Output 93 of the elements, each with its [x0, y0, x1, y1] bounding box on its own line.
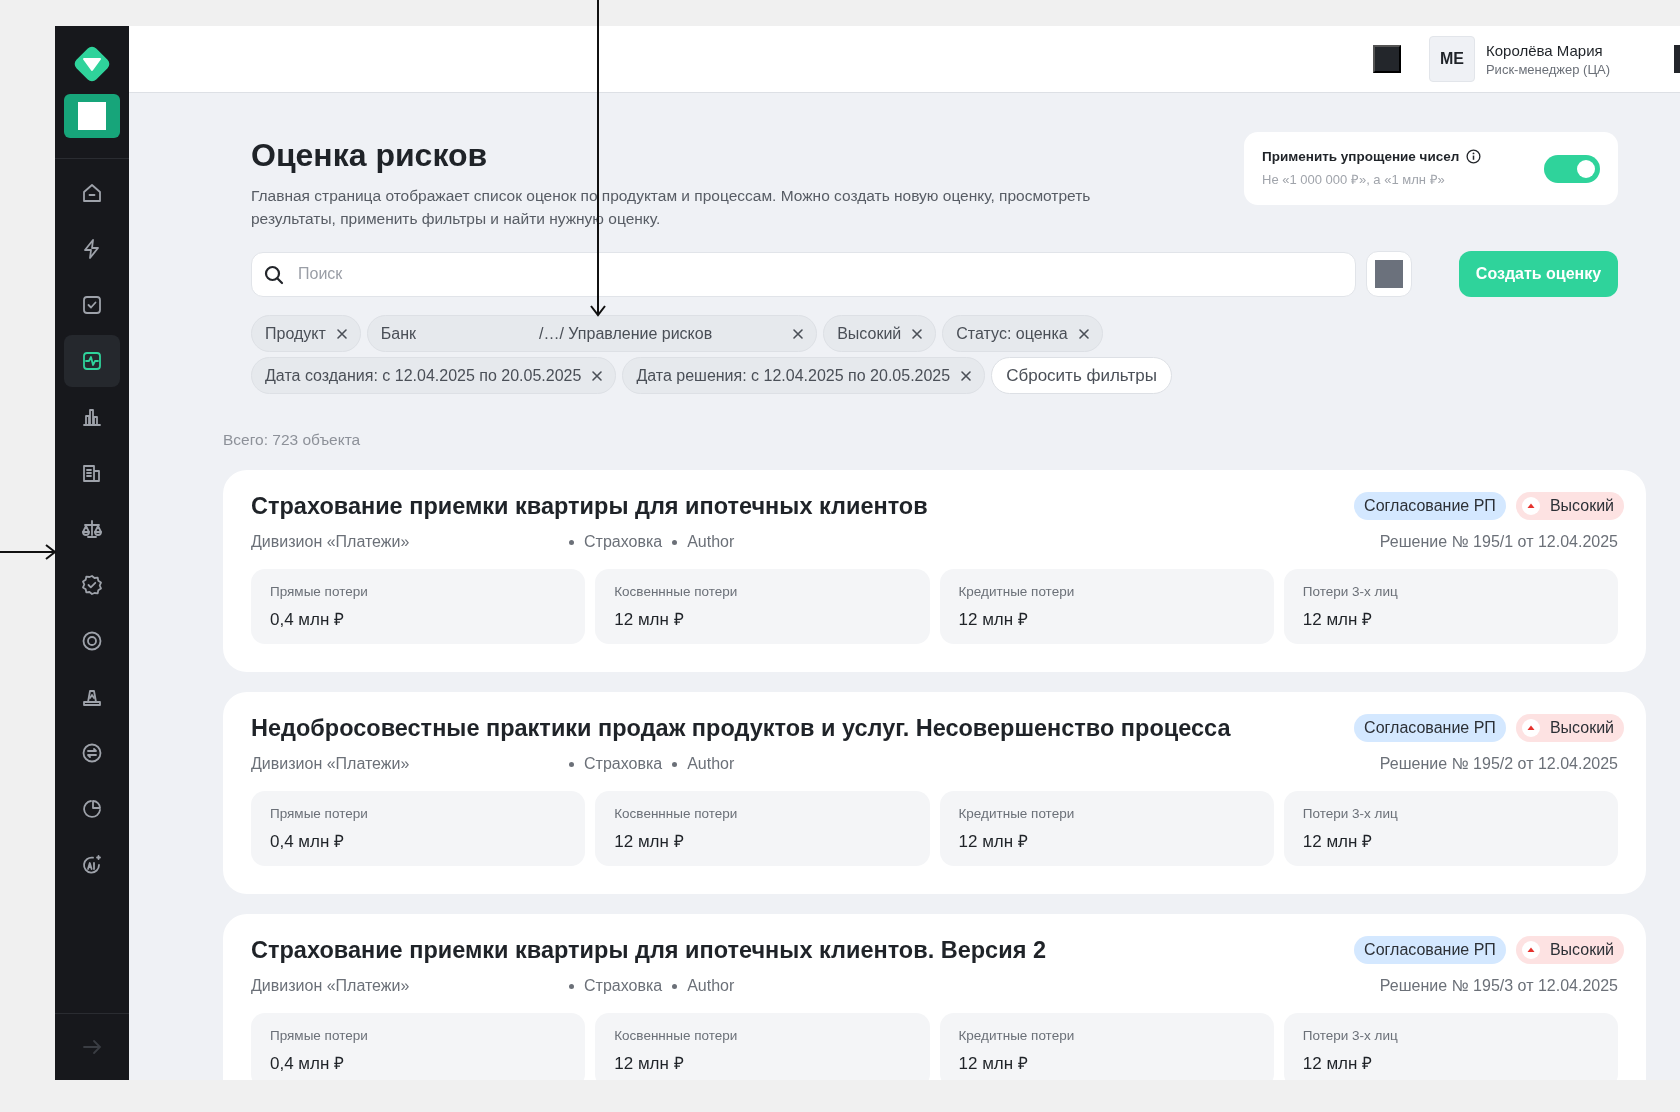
assessment-card[interactable] — [223, 692, 1646, 894]
metric-label: Прямые потери — [270, 806, 369, 821]
search-icon — [263, 263, 285, 286]
bullet-icon — [672, 983, 678, 989]
metric-label: Прямые потери — [270, 584, 369, 599]
square-button[interactable] — [1366, 251, 1412, 297]
metric-value: 12 млн ₽ — [958, 1053, 1029, 1074]
info-icon[interactable] — [1466, 149, 1482, 164]
metric-value: 12 млн ₽ — [1302, 1053, 1374, 1074]
reset-filters-button[interactable]: Сбросить фильтры — [991, 357, 1172, 394]
status-tag: Согласование РП — [1354, 492, 1506, 520]
close-icon[interactable] — [335, 327, 348, 340]
metric-value: 12 млн ₽ — [614, 609, 685, 630]
close-icon[interactable] — [1077, 327, 1090, 340]
card-title: Страхование приемки квартиры для ипотечных клиентов — [251, 492, 928, 520]
metric-value: 12 млн ₽ — [614, 1053, 685, 1074]
home-icon — [80, 181, 104, 205]
bullet-icon — [569, 983, 574, 989]
triangle-up-icon — [1521, 941, 1540, 959]
bullet-icon — [672, 761, 678, 767]
metric-label: Прямые потери — [270, 1028, 369, 1043]
pulse-icon — [80, 349, 104, 373]
setting-label: Применить упрощение чисел — [1262, 149, 1460, 164]
filter-chip[interactable]: Продукт — [251, 315, 361, 352]
metric-value: 12 млн ₽ — [614, 831, 685, 852]
metric-label: Потери 3-х лиц — [1302, 806, 1399, 821]
meta-text: Author — [687, 533, 735, 551]
toggle-switch[interactable] — [1544, 154, 1600, 183]
division-text: Дивизион «Платежи» — [251, 755, 411, 773]
assessment-card[interactable] — [223, 470, 1646, 672]
metric-label: Потери 3-х лиц — [1302, 584, 1399, 599]
status-tag: Согласование РП — [1354, 714, 1506, 742]
pie-chart-icon — [80, 797, 104, 821]
square-icon[interactable] — [1372, 45, 1401, 73]
exchange-icon — [80, 741, 104, 765]
checkbox-icon — [80, 293, 104, 317]
setting-hint: Не «1 000 000 ₽», а «1 млн ₽» — [1262, 171, 1446, 188]
total-count: Всего: 723 объекта — [223, 431, 362, 449]
decision-text: Решение № 195/2 от 12.04.2025 — [1379, 755, 1618, 773]
app-button[interactable] — [64, 94, 120, 138]
priority-tag: Высокий — [1515, 714, 1624, 742]
division-text: Дивизион «Платежи» — [251, 533, 411, 551]
metric-label: Кредитные потери — [958, 584, 1076, 599]
metric-label: Кредитные потери — [958, 806, 1076, 821]
bullet-icon — [569, 539, 574, 545]
meta-text: Страховка — [584, 977, 663, 995]
metric-value: 0,4 млн ₽ — [270, 831, 346, 852]
page-title: Оценка рисков — [251, 137, 489, 174]
close-icon[interactable] — [591, 369, 604, 382]
badge-check-icon — [80, 573, 104, 597]
filter-chip[interactable]: Статус: оценка — [942, 315, 1103, 352]
filter-chip[interactable]: Дата создания: с 12.04.2025 по 20.05.2025 — [251, 357, 617, 394]
avatar[interactable]: ME — [1428, 36, 1475, 82]
user-name: Королёва Мария — [1485, 41, 1604, 59]
priority-tag: Высокий — [1515, 492, 1624, 520]
close-icon[interactable] — [792, 327, 805, 340]
meta-text: Author — [687, 977, 735, 995]
bullet-icon — [569, 761, 574, 767]
metric-value: 0,4 млн ₽ — [270, 1053, 346, 1074]
metric-value: 12 млн ₽ — [1302, 831, 1374, 852]
meta-text: Страховка — [584, 533, 663, 551]
metric-value: 12 млн ₽ — [958, 831, 1029, 852]
decision-text: Решение № 195/1 от 12.04.2025 — [1379, 533, 1618, 551]
metric-label: Кредитные потери — [958, 1028, 1076, 1043]
bullet-icon — [672, 539, 678, 545]
metric-label: Косвеннные потери — [614, 1028, 739, 1043]
status-tag: Согласование РП — [1354, 936, 1506, 964]
scales-icon — [80, 517, 104, 541]
priority-tag: Высокий — [1515, 936, 1624, 964]
metric-value: 12 млн ₽ — [1302, 609, 1374, 630]
close-icon[interactable] — [911, 327, 924, 340]
target-icon — [80, 629, 104, 653]
card-title: Страхование приемки квартиры для ипотечных клиентов. Версия 2 — [251, 936, 1046, 964]
meta-text: Страховка — [584, 755, 663, 773]
decision-text: Решение № 195/3 от 12.04.2025 — [1379, 977, 1618, 995]
close-icon[interactable] — [960, 369, 973, 382]
metric-value: 0,4 млн ₽ — [270, 609, 346, 630]
user-role: Риск-менеджер (ЦА) — [1485, 61, 1610, 77]
meta-text: Author — [687, 755, 735, 773]
assessment-card[interactable] — [223, 914, 1646, 1080]
sidebar-item[interactable] — [64, 335, 120, 387]
metric-label: Косвеннные потери — [614, 584, 739, 599]
card-title: Недобросовестные практики продаж продуктов и услуг. Несовершенство процесса — [251, 714, 1231, 742]
metric-label: Косвеннные потери — [614, 806, 739, 821]
metric-label: Потери 3-х лиц — [1302, 1028, 1399, 1043]
search-field[interactable]: Поиск — [251, 251, 1356, 297]
metric-value: 12 млн ₽ — [958, 609, 1029, 630]
filter-chip[interactable]: Дата решения: с 12.04.2025 по 20.05.2025 — [622, 357, 986, 394]
triangle-up-icon — [1521, 497, 1540, 515]
filter-chip[interactable]: Банк /…/ Управление рисков — [366, 315, 818, 352]
triangle-up-icon — [1521, 719, 1540, 737]
filter-chip[interactable]: Высокий — [823, 315, 937, 352]
division-text: Дивизион «Платежи» — [251, 977, 411, 995]
